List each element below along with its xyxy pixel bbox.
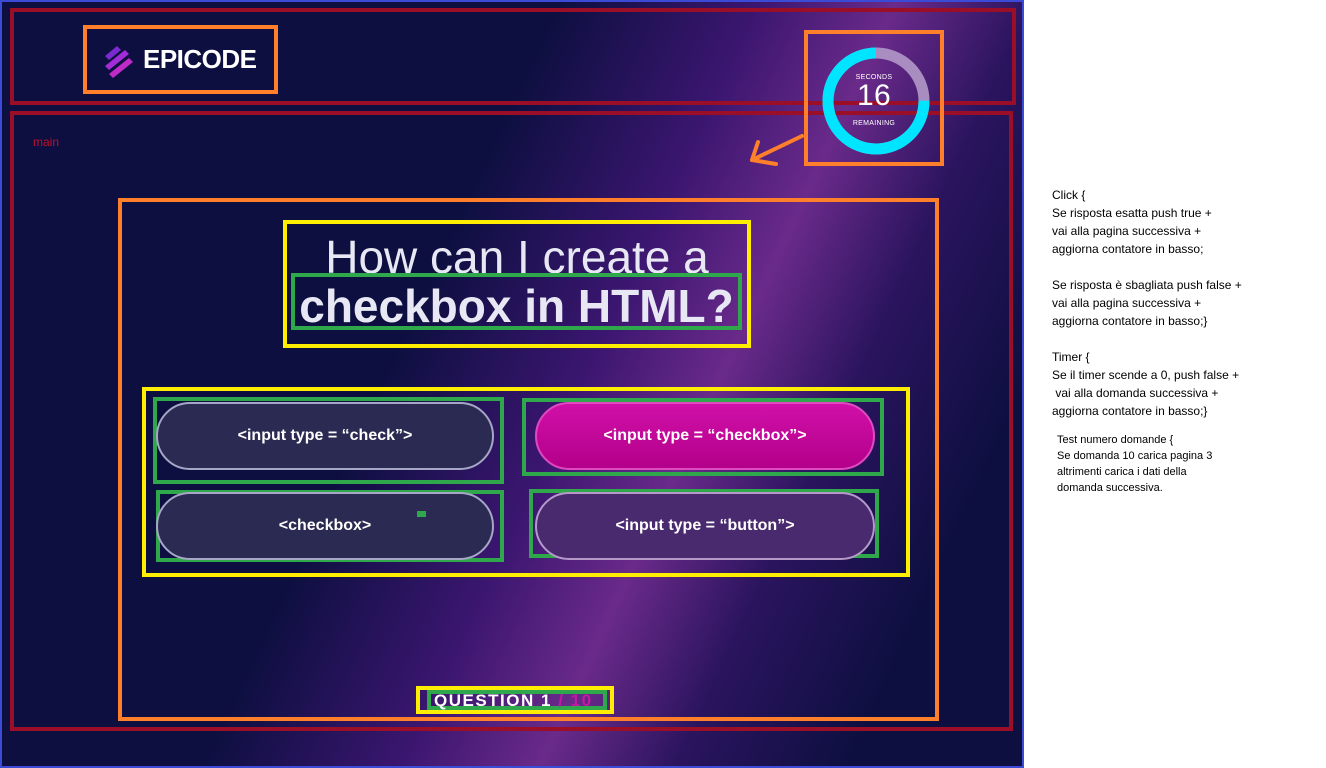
logo: EPICODE xyxy=(83,25,278,94)
note-question-count: Test numero domande { Se domanda 10 cari… xyxy=(1057,434,1213,494)
question-counter-total: / 10 xyxy=(558,691,593,710)
question-counter-current: QUESTION 1 xyxy=(434,691,552,710)
main-annotation-label: main xyxy=(33,135,60,149)
note-timer: Timer { Se il timer scende a 0, push fal… xyxy=(1052,350,1240,418)
epicode-logo-icon xyxy=(105,45,133,78)
annotation-arrow-icon xyxy=(750,134,804,166)
question-highlight: checkbox in HTML? xyxy=(291,273,742,332)
notes-panel: Click { Se risposta esatta push true + v… xyxy=(1052,186,1242,514)
app-canvas: main EPICODE SECONDS 16 REMAINING How ca… xyxy=(0,0,1024,768)
timer-value: 16 xyxy=(857,79,891,112)
question-line-2: checkbox in HTML? xyxy=(299,280,734,332)
answer-button-4[interactable]: <input type = “button”> xyxy=(535,492,875,560)
answer-button-2[interactable]: <input type = “checkbox”> xyxy=(535,402,875,470)
answer-button-1[interactable]: <input type = “check”> xyxy=(156,402,494,470)
timer: SECONDS 16 REMAINING xyxy=(804,30,944,166)
question-counter-text: QUESTION 1 / 10 xyxy=(434,691,593,711)
timer-remaining-label: REMAINING xyxy=(852,120,896,127)
logo-text: EPICODE xyxy=(143,44,257,74)
answer-button-3[interactable]: <checkbox> xyxy=(156,492,494,560)
marker-dot xyxy=(417,511,426,517)
note-click-wrong: Se risposta è sbagliata push false + vai… xyxy=(1052,278,1242,328)
note-click-correct: Click { Se risposta esatta push true + v… xyxy=(1052,188,1212,256)
